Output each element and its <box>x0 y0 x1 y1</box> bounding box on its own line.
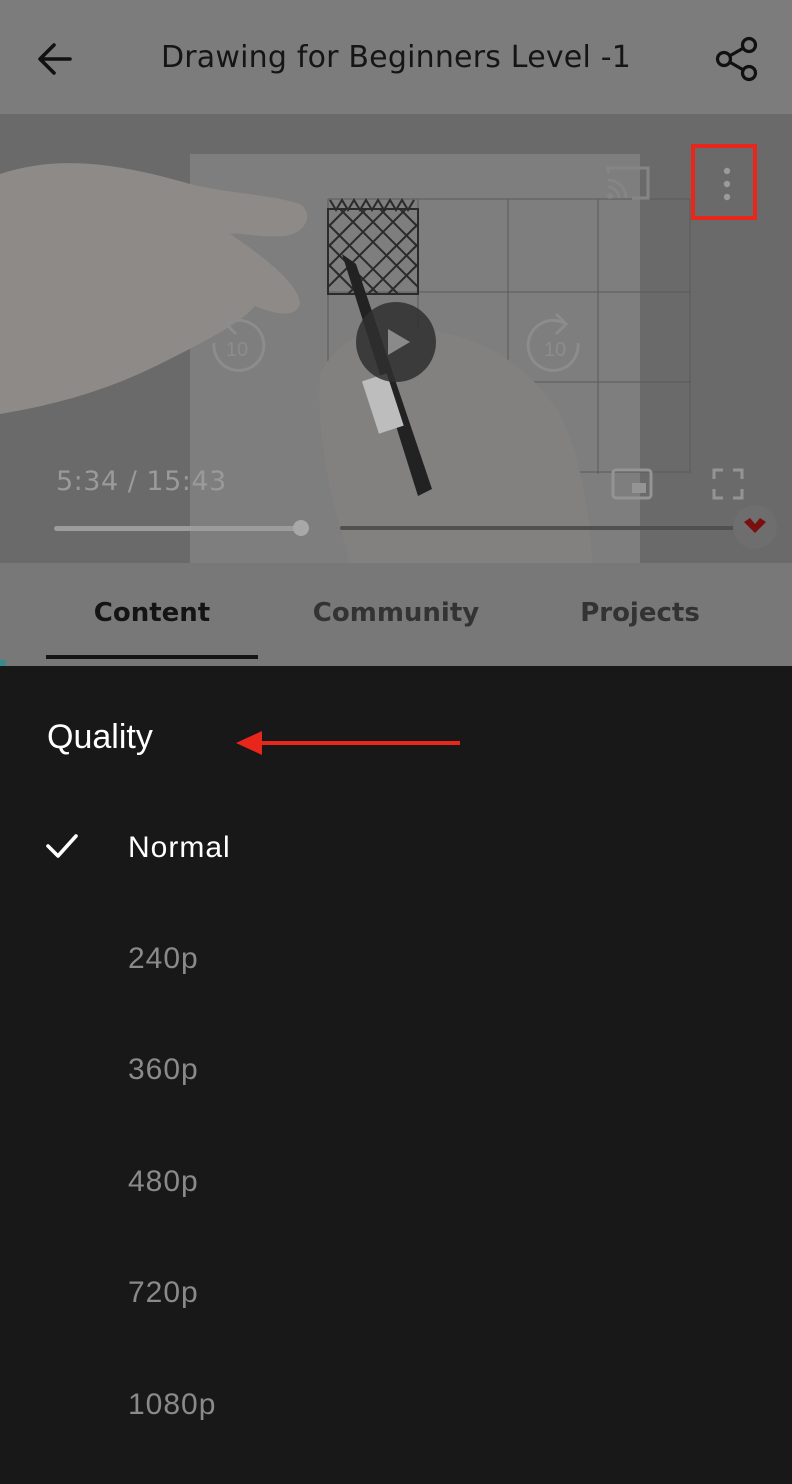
quality-option-480p[interactable]: 480p <box>0 1132 792 1232</box>
forward-10-button[interactable]: 10 <box>524 310 586 376</box>
tab-projects[interactable]: Projects <box>540 563 740 663</box>
cast-icon <box>606 166 650 200</box>
progress-track[interactable] <box>54 526 302 531</box>
more-options-highlight <box>691 144 757 220</box>
picture-in-picture-icon <box>611 468 653 500</box>
app-header: Drawing for Beginners Level -1 <box>0 0 792 114</box>
tab-content[interactable]: Content <box>46 563 258 663</box>
quality-option-240p[interactable]: 240p <box>0 909 792 1009</box>
quality-option-label: 480p <box>128 1165 199 1198</box>
quality-option-label: Normal <box>128 831 231 864</box>
share-button[interactable] <box>714 36 762 82</box>
quality-bottom-sheet: Quality Normal 240p 360p 480p 720p 1080p <box>0 666 792 1484</box>
back-button[interactable] <box>34 38 76 80</box>
play-button[interactable] <box>356 302 436 382</box>
video-player[interactable]: 10 10 5:34 / 15:43 <box>0 114 792 563</box>
active-tab-indicator <box>46 655 258 659</box>
play-icon <box>356 302 436 382</box>
forward-seconds-label: 10 <box>544 339 566 361</box>
brand-logo-icon <box>733 505 777 549</box>
cast-button[interactable] <box>604 164 652 206</box>
quality-option-label: 240p <box>128 942 199 975</box>
quality-option-label: 1080p <box>128 1388 217 1421</box>
quality-option-360p[interactable]: 360p <box>0 1020 792 1120</box>
quality-option-normal[interactable]: Normal <box>0 798 792 898</box>
rewind-seconds-label: 10 <box>226 339 248 361</box>
quality-title: Quality <box>47 718 153 756</box>
progress-thumb[interactable] <box>293 520 309 536</box>
fullscreen-icon <box>712 468 744 500</box>
checkmark-icon <box>46 834 78 858</box>
picture-in-picture-button[interactable] <box>611 468 653 504</box>
brand-badge <box>732 504 778 554</box>
time-readout: 5:34 / 15:43 <box>56 466 227 497</box>
buffer-track <box>340 526 760 530</box>
rewind-10-button[interactable]: 10 <box>206 310 268 376</box>
quality-option-1080p[interactable]: 1080p <box>0 1355 792 1455</box>
page-title: Drawing for Beginners Level -1 <box>160 39 632 75</box>
quality-option-label: 720p <box>128 1276 199 1309</box>
quality-option-720p[interactable]: 720p <box>0 1243 792 1343</box>
rewind-icon: 10 <box>212 312 266 372</box>
arrow-left-icon <box>38 43 72 75</box>
tab-bar: Content Community Projects <box>0 563 792 666</box>
fullscreen-button[interactable] <box>712 468 744 504</box>
tab-community[interactable]: Community <box>286 563 506 663</box>
quality-option-label: 360p <box>128 1053 199 1086</box>
annotation-arrow-icon <box>236 731 460 755</box>
share-icon <box>715 36 758 82</box>
forward-icon: 10 <box>526 312 580 372</box>
